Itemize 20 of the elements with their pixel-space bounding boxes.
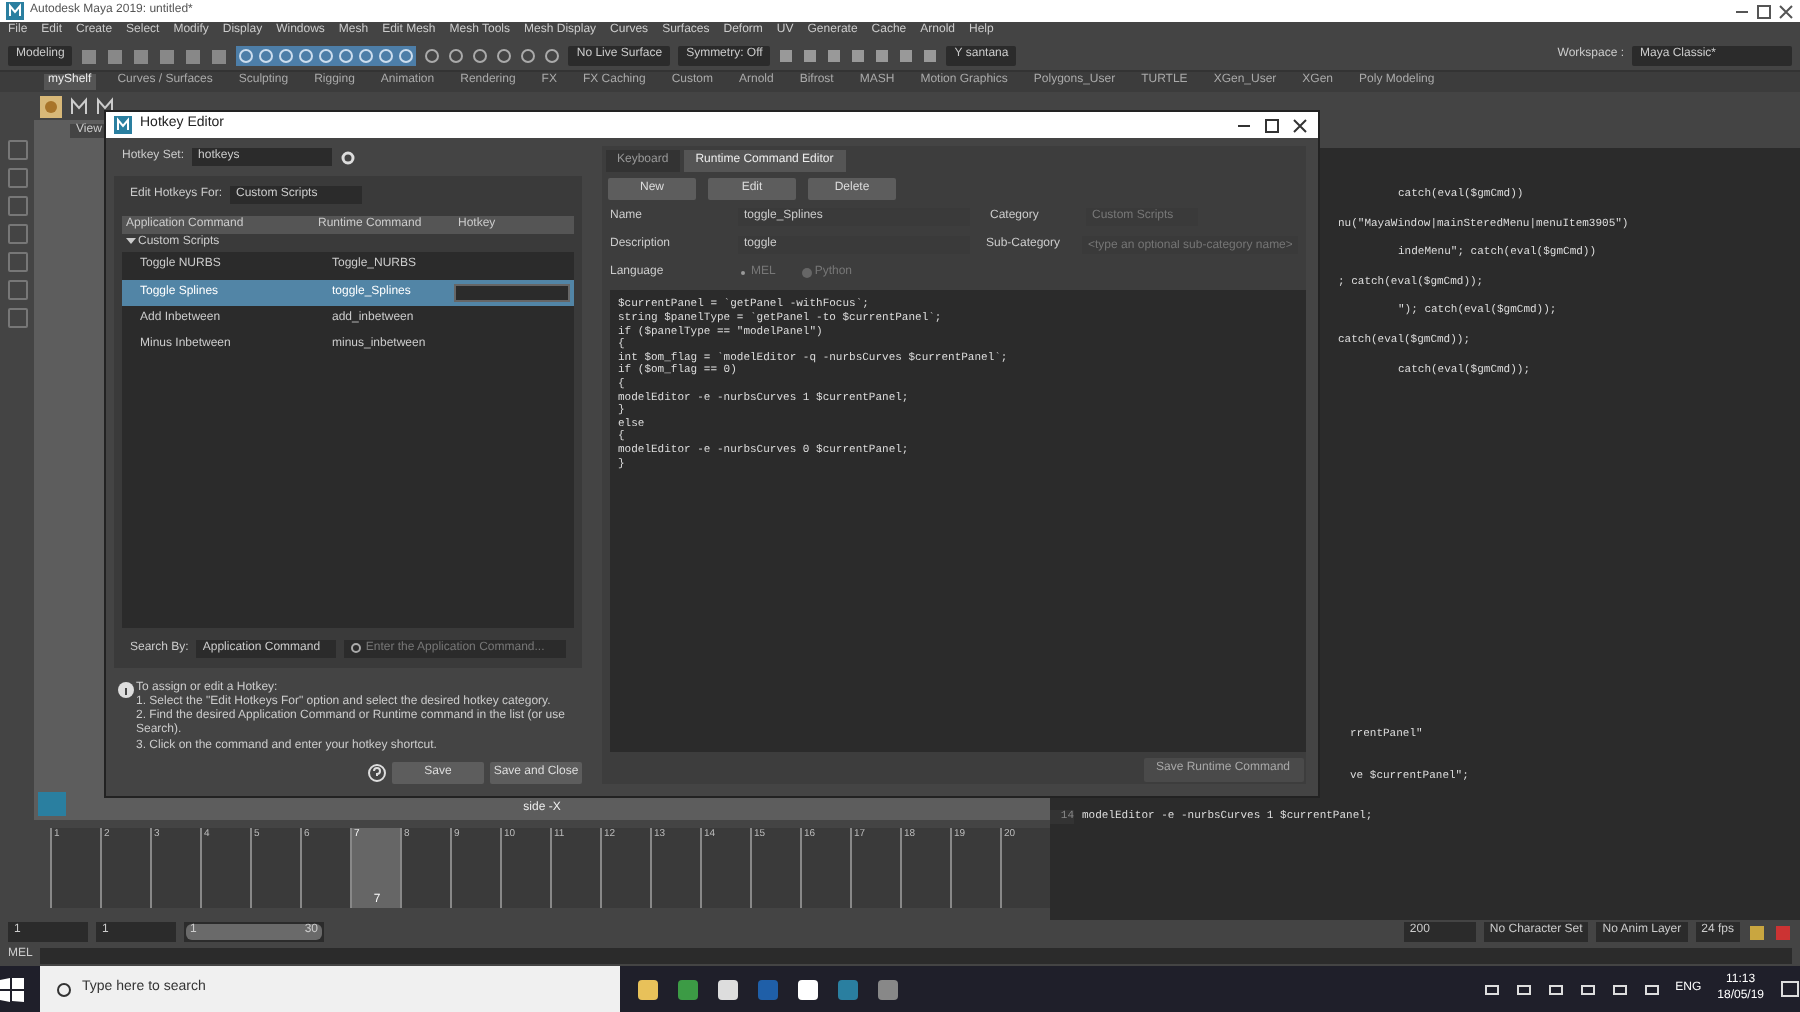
- search-icon: [56, 981, 72, 997]
- script-icon[interactable]: [70, 95, 88, 117]
- command-line-field[interactable]: [40, 947, 1792, 963]
- script-icon[interactable]: [96, 95, 114, 117]
- search-icon: [350, 642, 363, 655]
- hotkey-field[interactable]: [454, 283, 570, 302]
- taskbar-app-icon[interactable]: [716, 977, 740, 1001]
- close-icon[interactable]: [1778, 3, 1794, 19]
- maximize-icon[interactable]: [1262, 117, 1282, 133]
- maya-logo-icon: [38, 792, 66, 816]
- notification-icon[interactable]: [1780, 979, 1800, 999]
- taskbar-app-icon[interactable]: [636, 977, 660, 1001]
- stop-icon[interactable]: [1774, 923, 1792, 941]
- maximize-icon[interactable]: [1756, 3, 1772, 19]
- close-icon[interactable]: [1290, 117, 1310, 133]
- windows-start-icon[interactable]: [0, 977, 24, 1001]
- help-icon[interactable]: [368, 763, 386, 782]
- taskbar-app-icon[interactable]: [796, 977, 820, 1001]
- info-icon: [117, 681, 133, 698]
- sun-icon[interactable]: [40, 95, 62, 117]
